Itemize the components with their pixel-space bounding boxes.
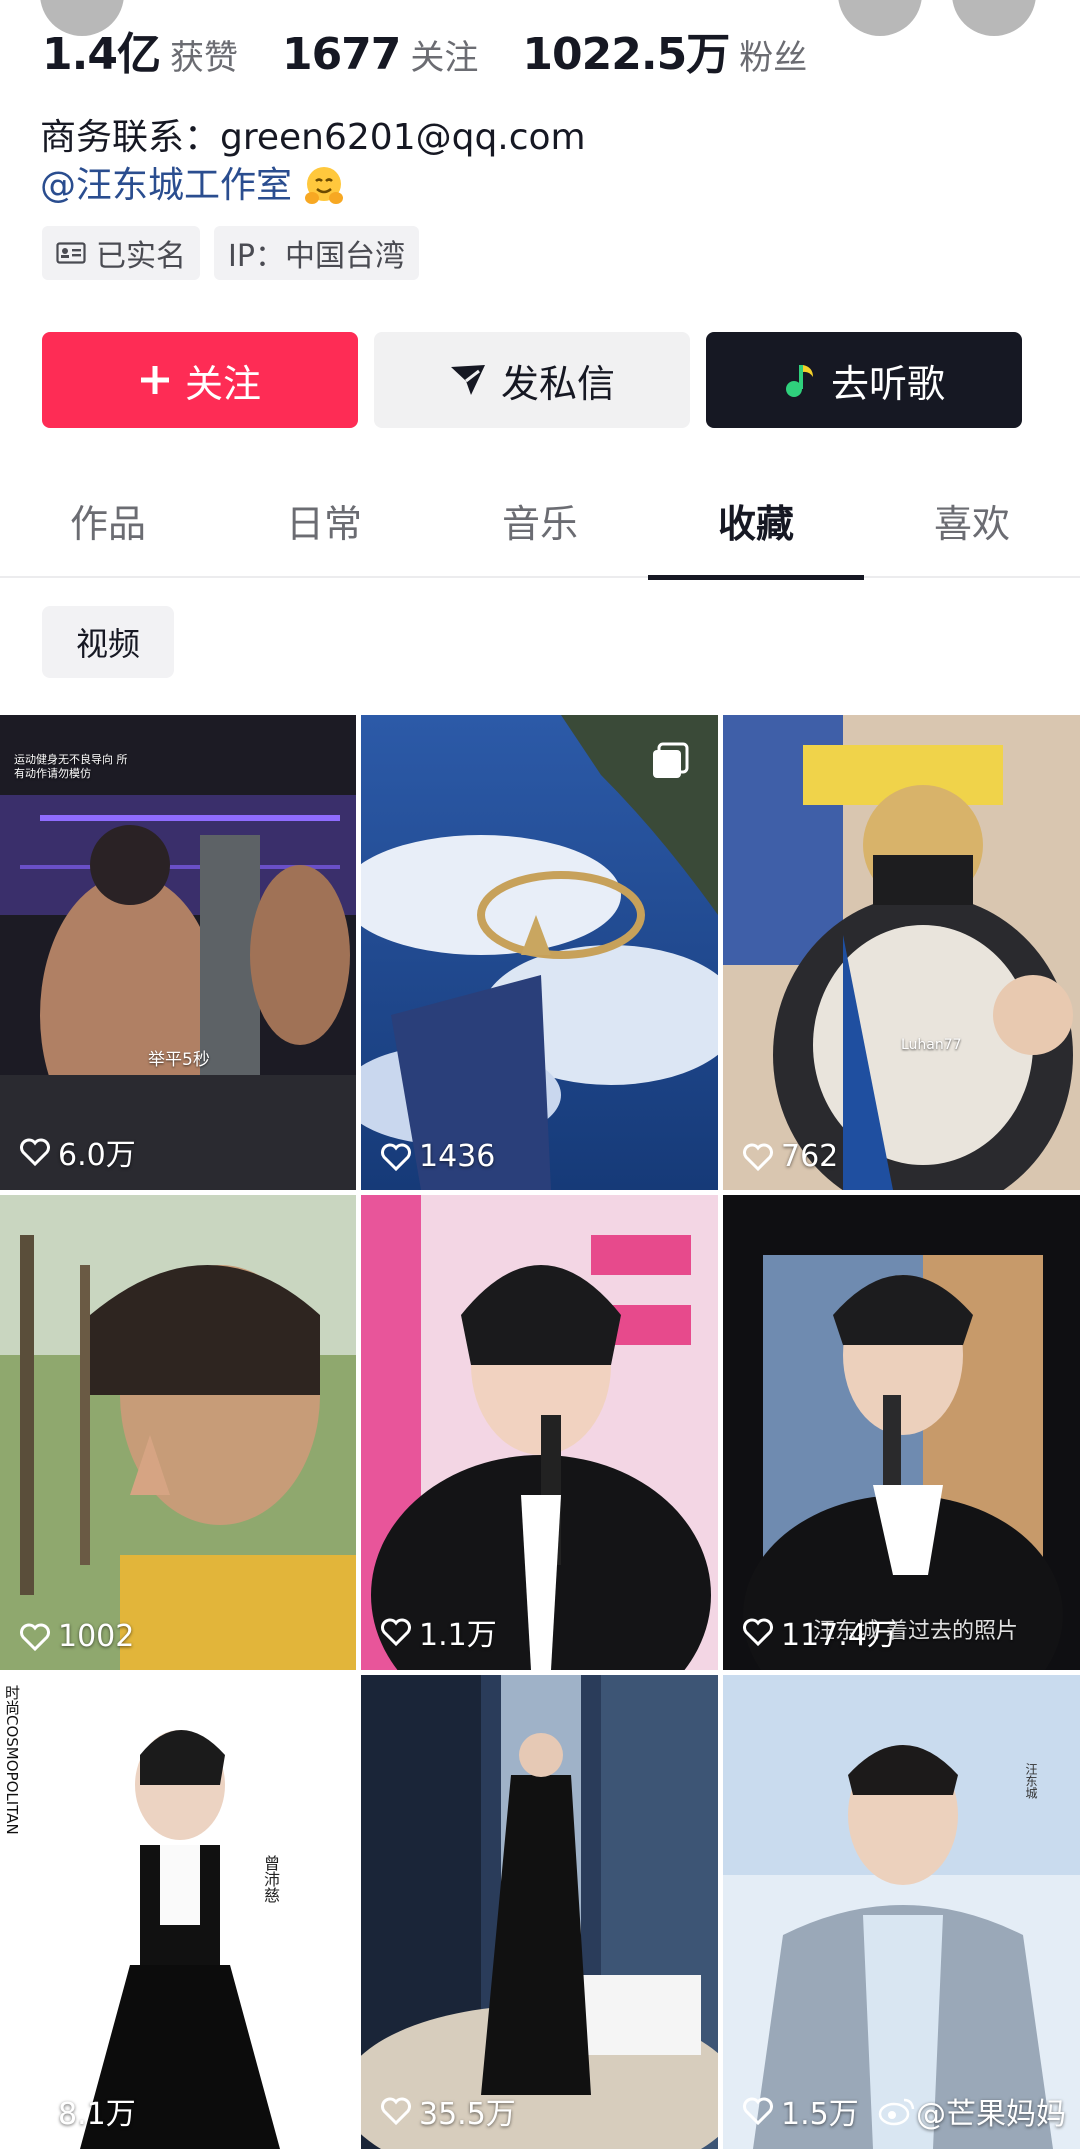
tab-works[interactable]: 作品: [0, 484, 216, 576]
video-tile[interactable]: 时尚COSMOPOLITAN 曾沛慈 8.1万: [0, 1675, 356, 2149]
listen-music-button[interactable]: 去听歌: [706, 332, 1022, 428]
bio-contact: 商务联系：green6201@qq.com: [40, 117, 586, 158]
mention-link[interactable]: @汪东城工作室: [40, 162, 292, 210]
watermark-text: @芒果妈妈: [916, 2097, 1066, 2132]
likes-count: 1002: [20, 1619, 134, 1654]
tab-likes[interactable]: 喜欢: [864, 484, 1080, 576]
likes-value: 6.0万: [58, 1138, 136, 1173]
message-button[interactable]: 发私信: [374, 332, 690, 428]
tab-favorites[interactable]: 收藏: [648, 484, 864, 580]
likes-value: 762: [781, 1139, 839, 1174]
heart-icon: [743, 1143, 773, 1171]
likes-value: 8.1万: [58, 2097, 136, 2132]
follow-label: 关注: [184, 361, 261, 406]
likes-count: 1.5万: [743, 2089, 859, 2133]
profile-bio: 商务联系：green6201@qq.com @汪东城工作室: [40, 114, 586, 210]
stat-number: 1.4亿: [42, 29, 161, 80]
hug-emoji-icon: [305, 167, 344, 204]
heart-icon: [381, 1618, 411, 1646]
follow-button[interactable]: 关注: [42, 332, 358, 428]
multi-image-icon: [653, 742, 689, 778]
stat-number: 1022.5万: [522, 29, 730, 80]
stat-label: 关注: [410, 38, 479, 78]
heart-icon: [743, 1618, 773, 1646]
video-tile[interactable]: 汪东城 1.5万: [723, 1675, 1080, 2149]
profile-stats: 1.4亿 获赞 1677 关注 1022.5万 粉丝: [42, 18, 851, 88]
likes-value: 1436: [419, 1139, 496, 1174]
video-thumbnail: [0, 1195, 356, 1670]
likes-count: 762: [743, 1139, 838, 1174]
likes-count: 1.1万: [381, 1610, 497, 1654]
tab-music[interactable]: 音乐: [432, 484, 648, 576]
video-tile[interactable]: 1.1万: [361, 1195, 718, 1670]
video-tile[interactable]: 35.5万: [361, 1675, 718, 2149]
verified-tag: 已实名: [42, 226, 200, 280]
video-tile[interactable]: 1436: [361, 715, 718, 1190]
video-thumbnail: [361, 715, 718, 1190]
video-caption-side: 时尚COSMOPOLITAN: [3, 1685, 21, 1835]
profile-tags: 已实名 IP：中国台湾: [42, 226, 433, 280]
send-icon: [450, 365, 485, 395]
video-caption: Luhan77: [901, 1037, 962, 1053]
profile-tabs: 作品 日常 音乐 收藏 喜欢: [0, 484, 1080, 580]
heart-icon: [20, 1138, 50, 1166]
likes-value: 117.4万: [781, 1618, 897, 1653]
heart-icon: [381, 1143, 411, 1171]
likes-count: 35.5万: [381, 2089, 516, 2133]
heart-icon: [743, 2097, 773, 2125]
tag-label: 已实名: [96, 239, 186, 274]
filter-video-chip[interactable]: 视频: [42, 606, 174, 678]
music-note-icon: [785, 365, 813, 397]
stat-likes[interactable]: 1.4亿 获赞: [42, 18, 238, 82]
video-tile[interactable]: 运动健身无不良导向 所有动作请勿模仿 举平5秒 6.0万: [0, 715, 356, 1190]
id-card-icon: [56, 242, 86, 264]
video-caption: 曾沛慈: [261, 1855, 280, 1903]
likes-count: 117.4万: [743, 1610, 897, 1654]
likes-count: 1436: [381, 1139, 495, 1174]
likes-count: 6.0万: [20, 1130, 136, 1174]
tag-label: IP：中国台湾: [228, 239, 405, 274]
video-tile[interactable]: Luhan77 762: [723, 715, 1080, 1190]
heart-icon: [20, 1623, 50, 1651]
likes-value: 1.5万: [781, 2097, 859, 2132]
heart-icon: [381, 2097, 411, 2125]
video-caption: 举平5秒: [148, 1050, 210, 1070]
ip-location-tag: IP：中国台湾: [214, 226, 419, 280]
tab-daily[interactable]: 日常: [216, 484, 432, 576]
video-thumbnail: [723, 1195, 1080, 1670]
music-label: 去听歌: [830, 361, 945, 406]
more-button[interactable]: [952, 0, 1036, 36]
video-thumbnail: [361, 1195, 718, 1670]
weibo-watermark: @芒果妈妈: [878, 2089, 1066, 2133]
video-caption: 汪东城: [1024, 1763, 1038, 1799]
heart-icon: [20, 2097, 50, 2125]
video-tile[interactable]: 1002: [0, 1195, 356, 1670]
stat-following[interactable]: 1677 关注: [282, 29, 478, 80]
video-thumbnail: [361, 1675, 718, 2149]
video-thumbnail: [0, 715, 356, 1190]
stat-number: 1677: [281, 29, 401, 80]
bio-mention-row: @汪东城工作室: [40, 162, 586, 210]
video-thumbnail: [0, 1675, 356, 2149]
profile-page: 1.4亿 获赞 1677 关注 1022.5万 粉丝 商务联系：green620…: [0, 0, 1080, 2149]
stat-followers[interactable]: 1022.5万 粉丝: [522, 18, 807, 82]
video-tile[interactable]: 汪东城 着过去的照片 117.4万: [723, 1195, 1080, 1670]
profile-actions: 关注 发私信 去听歌: [42, 332, 1038, 428]
video-thumbnail: [723, 715, 1080, 1190]
likes-value: 1.1万: [419, 1618, 497, 1653]
likes-value: 35.5万: [419, 2097, 516, 2132]
stat-label: 粉丝: [739, 38, 808, 78]
stat-label: 获赞: [169, 38, 238, 78]
video-caption-small: 运动健身无不良导向 所有动作请勿模仿: [14, 753, 128, 780]
message-label: 发私信: [500, 361, 615, 406]
likes-value: 1002: [58, 1619, 135, 1654]
likes-count: 8.1万: [20, 2089, 136, 2133]
video-thumbnail: [723, 1675, 1080, 2149]
weibo-logo-icon: [878, 2098, 915, 2126]
plus-icon: [140, 366, 169, 394]
